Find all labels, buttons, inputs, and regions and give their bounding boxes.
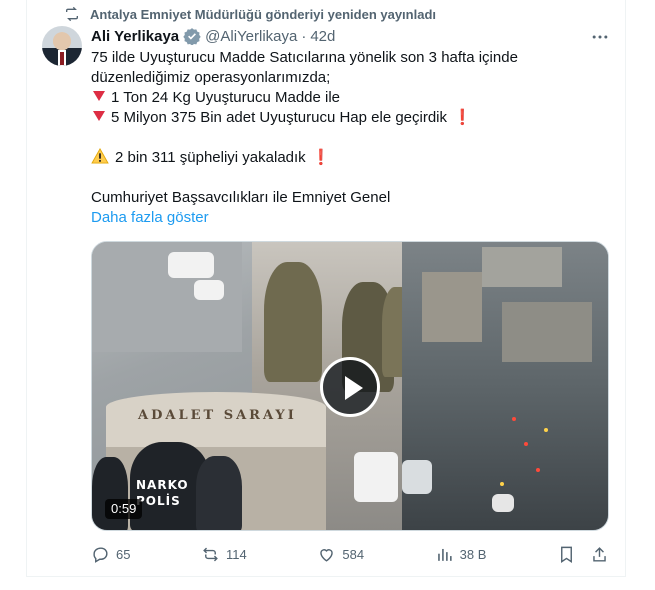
video-player[interactable]: ADALET SARAYI NARKO POLİS 0:59 bbox=[91, 241, 609, 531]
exclamation-icon: ❗ bbox=[311, 149, 331, 166]
repost-text[interactable]: Antalya Emniyet Müdürlüğü gönderiyi yeni… bbox=[90, 7, 436, 22]
vest-text-2: POLİS bbox=[136, 494, 181, 508]
tweet-line-5: 2 bin 311 şüpheliyi yakaladık ❗ bbox=[91, 148, 601, 168]
tweet-line-1: 75 ilde Uyuşturucu Madde Satıcılarına yö… bbox=[91, 49, 518, 66]
separator-dot: · bbox=[301, 27, 307, 45]
action-group-right bbox=[557, 545, 609, 564]
repost-button[interactable]: 114 bbox=[201, 543, 247, 565]
like-count: 584 bbox=[342, 546, 365, 562]
tweet-line-2: düzenlediğimiz operasyonlarımızda; bbox=[91, 69, 331, 86]
repost-icon bbox=[203, 547, 218, 561]
video-duration: 0:59 bbox=[105, 499, 143, 519]
vest-text: NARKO POLİS bbox=[136, 477, 189, 509]
bookmark-icon[interactable] bbox=[557, 545, 576, 564]
tweet-header: Ali Yerlikaya @AliYerlikaya · 42d bbox=[91, 26, 335, 46]
play-icon bbox=[345, 376, 363, 400]
repost-count: 114 bbox=[226, 546, 247, 562]
vest-text-1: NARKO bbox=[136, 478, 189, 492]
share-icon[interactable] bbox=[590, 545, 609, 564]
views-chart-icon bbox=[437, 548, 452, 561]
tweet-time[interactable]: 42d bbox=[310, 28, 335, 45]
heart-icon bbox=[320, 548, 334, 562]
tweet-line-5-text: 2 bin 311 şüpheliyi yakaladık bbox=[115, 149, 306, 166]
reply-icon bbox=[93, 546, 108, 563]
repost-icon bbox=[66, 6, 78, 22]
show-more-link[interactable]: Daha fazla göster bbox=[91, 208, 601, 228]
repost-context: Antalya Emniyet Müdürlüğü gönderiyi yeni… bbox=[64, 6, 436, 22]
author-handle[interactable]: @AliYerlikaya bbox=[205, 28, 297, 45]
author-name[interactable]: Ali Yerlikaya bbox=[91, 28, 179, 45]
verified-badge-icon bbox=[183, 28, 201, 45]
tweet-text: 75 ilde Uyuşturucu Madde Satıcılarına yö… bbox=[91, 48, 601, 228]
avatar[interactable] bbox=[42, 26, 82, 66]
red-triangle-icon bbox=[93, 111, 105, 121]
more-options-icon[interactable] bbox=[590, 27, 610, 47]
court-sign: ADALET SARAYI bbox=[138, 408, 297, 423]
tweet-actions: 65 114 584 38 B bbox=[91, 543, 609, 565]
red-triangle-icon bbox=[93, 91, 105, 101]
reply-count: 65 bbox=[116, 546, 131, 562]
reply-button[interactable]: 65 bbox=[91, 543, 130, 565]
exclamation-icon: ❗ bbox=[453, 109, 472, 126]
tweet-line-3-text: 1 Ton 24 Kg Uyuşturucu Madde ile bbox=[111, 89, 341, 106]
like-button[interactable]: 584 bbox=[317, 543, 364, 565]
views-count: 38 B bbox=[459, 546, 487, 562]
tweet-line-4: 5 Milyon 375 Bin adet Uyuşturucu Hap ele… bbox=[91, 108, 601, 128]
views-button[interactable]: 38 B bbox=[435, 543, 487, 565]
tweet-line-3: 1 Ton 24 Kg Uyuşturucu Madde ile bbox=[91, 88, 601, 108]
tweet-line-4-text: 5 Milyon 375 Bin adet Uyuşturucu Hap ele… bbox=[111, 109, 448, 126]
warning-icon bbox=[91, 148, 109, 164]
tweet-line-6: Cumhuriyet Başsavcılıkları ile Emniyet G… bbox=[91, 189, 391, 206]
play-button[interactable] bbox=[320, 357, 380, 417]
